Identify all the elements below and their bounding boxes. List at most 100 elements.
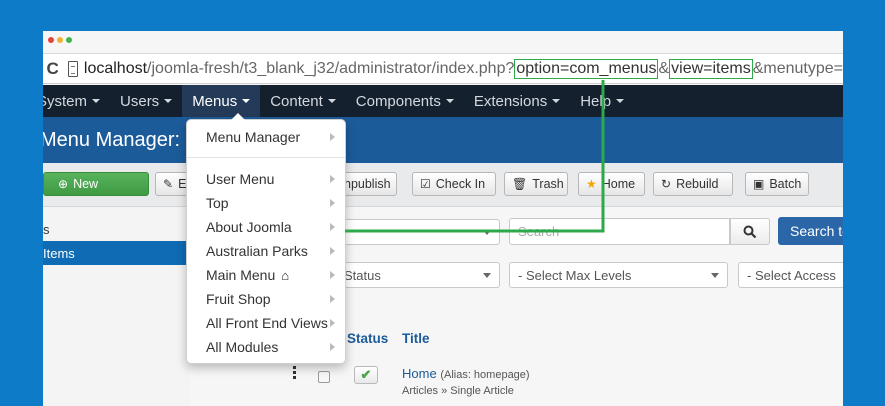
new-button[interactable]: ⊕ New <box>43 172 149 196</box>
url-separator: & <box>658 59 670 77</box>
page-title: Menu Manager: <box>43 128 181 151</box>
page-header: Menu Manager: <box>43 117 843 163</box>
nav-content-label: Content <box>270 92 323 110</box>
rebuild-button-label: Rebuild <box>676 177 719 191</box>
row-checkbox[interactable] <box>318 371 330 383</box>
search-icon-button[interactable] <box>730 218 770 245</box>
chevron-right-icon <box>330 199 335 207</box>
table-row: Home (Alias: homepage) <box>402 366 530 381</box>
dropdown-item-fruit-shop[interactable]: Fruit Shop <box>187 288 345 310</box>
home-icon: ⌂ <box>281 267 290 283</box>
admin-navbar: System Users Menus Content Components Ex… <box>43 85 843 117</box>
dropdown-item-label: All Modules <box>206 339 279 355</box>
nav-extensions-label: Extensions <box>473 92 548 110</box>
minimize-dot[interactable] <box>57 37 63 43</box>
drag-handle-icon[interactable] <box>293 366 296 379</box>
chevron-right-icon <box>330 295 335 303</box>
item-title-link[interactable]: Home <box>402 366 437 381</box>
nav-users-label: Users <box>120 92 160 110</box>
nav-menus-label: Menus <box>192 92 238 110</box>
sidebar-item-menus[interactable]: s <box>43 217 190 241</box>
caret-down-icon <box>242 99 251 103</box>
chevron-down-icon <box>711 273 719 278</box>
nav-system-label: System <box>43 92 88 110</box>
dropdown-item-user-menu[interactable]: User Menu <box>187 168 345 190</box>
window-controls <box>48 37 72 43</box>
item-alias: (Alias: homepage) <box>440 369 530 381</box>
chevron-right-icon <box>330 271 335 279</box>
star-icon: ★ <box>586 177 597 191</box>
reload-icon[interactable]: C <box>45 59 60 79</box>
dropdown-item-menu-manager[interactable]: Menu Manager <box>187 126 345 148</box>
nav-components[interactable]: Components <box>346 85 464 117</box>
status-column-header[interactable]: Status <box>347 331 388 346</box>
nav-menus[interactable]: Menus <box>182 85 261 117</box>
checkin-button-label: Check In <box>435 177 486 191</box>
trash-button-label: Trash <box>532 177 564 191</box>
dropdown-item-label: Main Menu <box>206 267 276 283</box>
menu-select[interactable] <box>335 219 500 245</box>
nav-system[interactable]: System <box>43 85 110 117</box>
sidebar-item-label: Items <box>43 245 75 261</box>
home-button[interactable]: ★ Home <box>578 172 645 196</box>
trash-button[interactable]: 🗑 Trash <box>504 172 568 196</box>
nav-content[interactable]: Content <box>260 85 346 117</box>
nav-users[interactable]: Users <box>110 85 182 117</box>
chevron-right-icon <box>330 247 335 255</box>
nav-help-label: Help <box>580 92 612 110</box>
chevron-right-icon <box>330 175 335 183</box>
square-icon: ▣ <box>753 177 765 191</box>
address-bar[interactable]: C localhost /joomla-fresh/t3_blank_j32/a… <box>43 53 843 84</box>
dropdown-item-all-modules[interactable]: All Modules <box>187 336 345 358</box>
dropdown-item-about-joomla[interactable]: About Joomla <box>187 216 345 238</box>
chevron-right-icon <box>330 343 335 351</box>
browser-window: C localhost /joomla-fresh/t3_blank_j32/a… <box>43 31 843 406</box>
close-dot[interactable] <box>48 37 54 43</box>
caret-down-icon <box>327 99 336 103</box>
nav-help[interactable]: Help <box>570 85 634 117</box>
refresh-icon: ↻ <box>661 177 672 191</box>
chevron-right-icon <box>330 133 335 141</box>
maximize-dot[interactable] <box>66 37 72 43</box>
chevron-right-icon <box>330 319 335 327</box>
published-status-button[interactable]: ✔ <box>354 366 378 384</box>
sidebar: s Items <box>43 207 190 406</box>
dropdown-item-label: All Front End Views <box>206 315 328 331</box>
status-select[interactable]: Status <box>335 262 500 288</box>
checkin-button[interactable]: ☑ Check In <box>412 172 496 196</box>
rebuild-button[interactable]: ↻ Rebuild <box>653 172 733 196</box>
caret-down-icon <box>92 99 101 103</box>
dropdown-item-all-front-end-views[interactable]: All Front End Views <box>187 312 345 334</box>
dropdown-item-australian-parks[interactable]: Australian Parks <box>187 240 345 262</box>
max-levels-select[interactable]: - Select Max Levels <box>509 262 728 288</box>
search-placeholder: Search <box>518 224 560 239</box>
search-tools-label: Search to <box>790 223 843 239</box>
batch-button[interactable]: ▣ Batch <box>745 172 809 196</box>
dropdown-item-main-menu[interactable]: Main Menu ⌂ <box>187 264 345 286</box>
title-column-header[interactable]: Title <box>402 331 430 346</box>
caret-down-icon <box>164 99 173 103</box>
menus-dropdown: Menu Manager User Menu Top About Joomla … <box>186 113 346 364</box>
dropdown-item-top[interactable]: Top <box>187 192 345 214</box>
unpublish-button-label: npublish <box>344 177 391 191</box>
access-select-value: - Select Access <box>747 267 836 283</box>
caret-down-icon <box>552 99 561 103</box>
url-option-param: option=com_menus <box>514 58 659 79</box>
caret-down-icon <box>445 99 454 103</box>
plus-circle-icon: ⊕ <box>58 177 69 191</box>
nav-components-label: Components <box>355 92 441 110</box>
chevron-down-icon <box>483 230 491 235</box>
sidebar-item-label: s <box>43 221 50 237</box>
nav-extensions[interactable]: Extensions <box>464 85 570 117</box>
search-tools-button[interactable]: Search to <box>778 217 843 245</box>
chevron-down-icon <box>483 273 491 278</box>
toolbar: ⊕ New ✎ E npublish ☑ Check In 🗑 Trash ★ Home … <box>43 163 843 207</box>
sidebar-item-menu-items[interactable]: Items <box>43 241 190 265</box>
dropdown-item-label: Australian Parks <box>206 243 308 259</box>
search-input[interactable]: Search <box>509 218 730 245</box>
url-rest: &menutype= <box>752 59 843 77</box>
dropdown-item-label: Menu Manager <box>206 129 301 145</box>
home-button-label: Home <box>601 177 636 191</box>
unpublish-button[interactable]: npublish <box>343 172 397 196</box>
access-select[interactable]: - Select Access <box>738 262 843 288</box>
